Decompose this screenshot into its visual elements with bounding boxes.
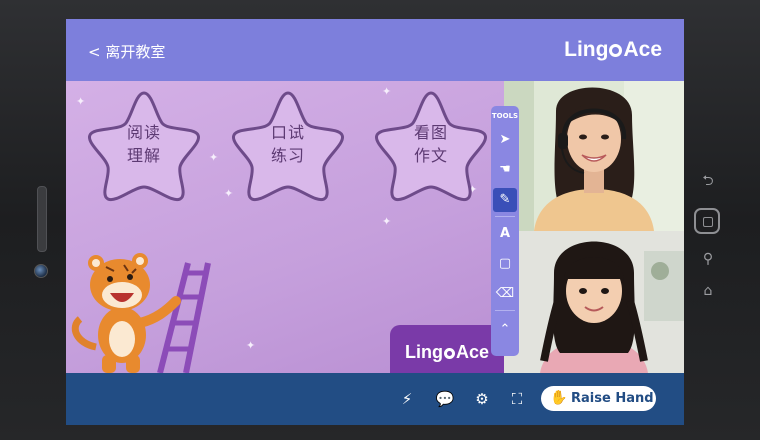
- back-key-icon[interactable]: ⮌: [697, 170, 719, 192]
- tool-divider: [495, 310, 515, 311]
- app-screen: < 离开教室 Ling Ace ✦ ✦ ✦ ✦ ✦ ✦ ✦ ✦ 阅读 理解: [66, 19, 684, 425]
- pointer-icon[interactable]: ➤: [493, 128, 517, 152]
- card-label: 口试 练习: [226, 121, 350, 167]
- lightning-icon[interactable]: ⚡: [397, 389, 417, 409]
- board-watermark-logo: Ling Ace: [390, 325, 504, 373]
- card-label: 看图 作文: [369, 121, 493, 167]
- front-camera: [34, 264, 48, 278]
- fullscreen-icon[interactable]: ⛶: [507, 389, 527, 409]
- tools-title: TOOLS: [491, 112, 519, 120]
- tablet-left-bezel: [0, 0, 66, 440]
- logo-text-left: Ling: [564, 38, 609, 61]
- sparkle-icon: ✦: [209, 151, 219, 164]
- chat-icon[interactable]: 💬: [435, 389, 455, 409]
- header-bar: < 离开教室 Ling Ace: [66, 19, 684, 81]
- card-label: 阅读 理解: [82, 121, 206, 167]
- sparkle-icon: ✦: [382, 215, 392, 228]
- card-label-line: 阅读: [126, 123, 161, 142]
- star-card-oral[interactable]: 口试 练习: [226, 87, 350, 205]
- sparkle-icon: ✦: [246, 339, 256, 352]
- watermark-o-icon: [443, 348, 455, 359]
- card-label-line: 练习: [270, 146, 305, 165]
- raise-hand-label: Raise Hand: [571, 391, 654, 406]
- star-card-reading[interactable]: 阅读 理解: [82, 87, 206, 205]
- teacher-portrait: [504, 81, 684, 231]
- search-key-icon[interactable]: ⚲: [697, 248, 719, 270]
- raise-hand-icon: ✋: [550, 390, 568, 406]
- tool-divider: [495, 216, 515, 217]
- raise-hand-button[interactable]: ✋ Raise Hand: [541, 386, 656, 411]
- pen-icon[interactable]: ✎: [493, 188, 517, 212]
- eraser-icon[interactable]: ⌫: [493, 282, 517, 306]
- watermark-text-left: Ling: [404, 342, 443, 362]
- card-label-line: 口试: [270, 123, 305, 142]
- whiteboard[interactable]: ✦ ✦ ✦ ✦ ✦ ✦ ✦ ✦ 阅读 理解: [66, 81, 504, 373]
- hand-icon[interactable]: ☚: [493, 158, 517, 182]
- home-key[interactable]: [694, 208, 720, 234]
- tablet-device: ⮌ ⚲ ⌂ < 离开教室 LingAce ✦ ✦ ✦ ✦ ✦ ✦ ✦ ✦: [0, 0, 760, 440]
- collapse-icon[interactable]: ⌃: [493, 318, 517, 342]
- leave-classroom-button[interactable]: < 离开教室: [88, 41, 165, 62]
- star-card-picture-writing[interactable]: 看图 作文: [369, 87, 493, 205]
- lingoace-logo: Ling Ace: [564, 38, 662, 62]
- tiger-mascot-illustration: [71, 253, 211, 373]
- logo-o-icon: [609, 44, 623, 57]
- card-label-line: 看图: [413, 123, 448, 142]
- settings-icon[interactable]: ⚙: [472, 389, 492, 409]
- home-house-key-icon[interactable]: ⌂: [697, 280, 719, 302]
- text-icon[interactable]: A: [493, 222, 517, 246]
- teacher-video-feed: [504, 81, 684, 231]
- student-portrait: [504, 231, 684, 373]
- bottom-control-bar: ⚡ 💬 ⚙ ⛶ ✋ Raise Hand: [66, 373, 684, 425]
- card-label-line: 理解: [126, 146, 161, 165]
- shape-icon[interactable]: ▢: [493, 252, 517, 276]
- card-label-line: 作文: [413, 146, 448, 165]
- student-video-feed: [504, 231, 684, 373]
- watermark-text-right: Ace: [455, 342, 490, 362]
- logo-text-right: Ace: [623, 38, 662, 61]
- tools-panel: TOOLS ➤ ☚ ✎ A ▢ ⌫ ⌃: [491, 106, 519, 356]
- speaker-slot: [37, 186, 47, 252]
